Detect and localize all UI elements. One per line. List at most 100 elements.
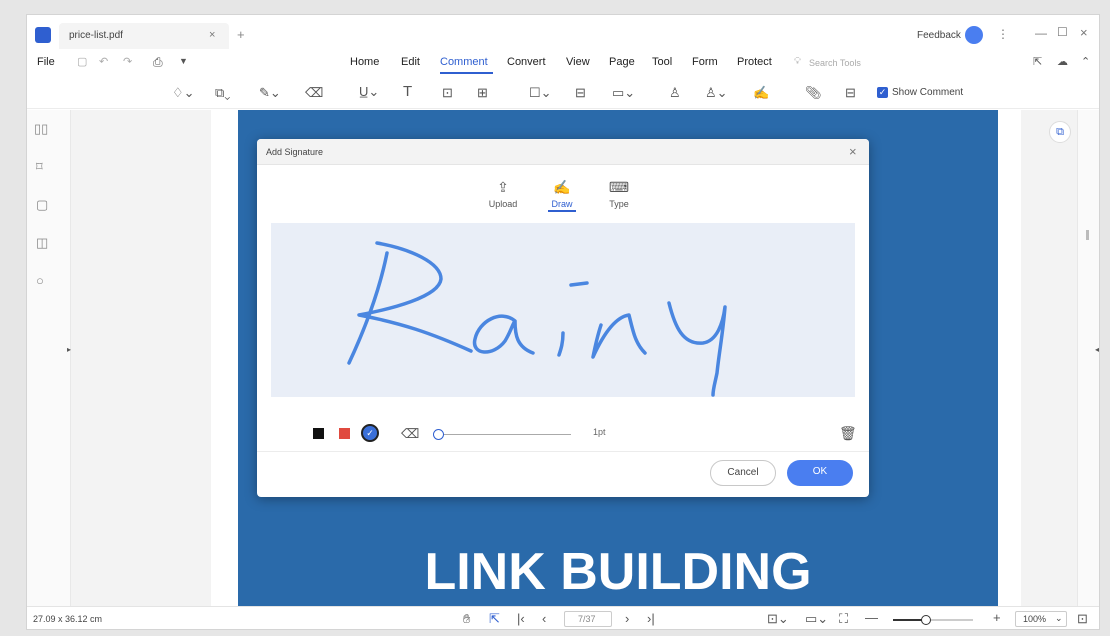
- previous-page-icon[interactable]: ‹: [542, 612, 546, 625]
- menu-file[interactable]: File: [37, 56, 55, 68]
- menu-comment[interactable]: Comment: [440, 56, 488, 68]
- zoom-value: 100%: [1023, 614, 1047, 624]
- zoom-out-icon[interactable]: —: [865, 611, 878, 624]
- undo-icon[interactable]: ↶: [99, 57, 108, 68]
- app-window: price-list.pdf × + Feedback ⋮ — ☐ × File…: [26, 14, 1100, 630]
- signature-icon[interactable]: ✍: [753, 86, 769, 99]
- color-blue-swatch-selected[interactable]: ✓: [361, 424, 379, 442]
- page-heading: LINK BUILDING: [424, 543, 812, 601]
- menu-edit[interactable]: Edit: [401, 56, 420, 68]
- user-avatar[interactable]: [965, 26, 983, 44]
- tab-draw-label: Draw: [551, 199, 573, 209]
- new-tab-icon[interactable]: +: [237, 27, 245, 42]
- next-page-icon[interactable]: ›: [625, 612, 629, 625]
- maximize-icon[interactable]: ☐: [1057, 25, 1068, 39]
- hand-tool-icon[interactable]: ✋︎: [463, 612, 470, 625]
- pencil-icon[interactable]: ✎⌄: [259, 86, 281, 99]
- comment-list-icon[interactable]: ⊟: [845, 86, 856, 99]
- more-options-icon[interactable]: ⋮: [997, 27, 1009, 41]
- zoom-select[interactable]: 100% ⌄: [1015, 611, 1067, 627]
- search-icon[interactable]: ○: [36, 274, 44, 287]
- cancel-button[interactable]: Cancel: [710, 460, 776, 486]
- close-window-icon[interactable]: ×: [1080, 25, 1088, 40]
- present-icon[interactable]: ▭⌄: [805, 612, 828, 625]
- show-comment-checkbox[interactable]: ✓: [877, 87, 888, 98]
- highlight-icon[interactable]: ♢⌄: [172, 86, 195, 99]
- expand-left-panel-icon[interactable]: ▸: [67, 346, 71, 354]
- tab-draw[interactable]: ✍ Draw: [542, 179, 582, 212]
- document-tab[interactable]: price-list.pdf ×: [59, 23, 229, 49]
- color-red-swatch[interactable]: [339, 428, 350, 439]
- cloud-icon[interactable]: ☁: [1057, 57, 1068, 68]
- active-menu-underline: [440, 72, 493, 74]
- dialog-divider: [257, 451, 869, 452]
- eraser-icon[interactable]: ⌫: [305, 86, 323, 99]
- redo-icon[interactable]: ↷: [123, 57, 132, 68]
- zoom-in-icon[interactable]: +: [993, 611, 1001, 624]
- menu-protect[interactable]: Protect: [737, 56, 772, 68]
- measure-icon[interactable]: ▭⌄: [612, 86, 635, 99]
- page-number-input[interactable]: 7/37: [564, 611, 612, 627]
- left-sidebar: ▯▯ ⌑ ▢ ◫ ○: [27, 110, 71, 606]
- close-tab-icon[interactable]: ×: [209, 29, 215, 41]
- show-comment-label: Show Comment: [892, 87, 964, 98]
- zoom-dropdown-icon: ⌄: [1055, 613, 1063, 623]
- document-tab-title: price-list.pdf: [69, 30, 123, 41]
- stroke-width-slider[interactable]: [433, 429, 571, 440]
- add-signature-dialog: Add Signature × ⇪ Upload ✍ Draw ⌨ Type ✓…: [257, 139, 869, 497]
- tab-type-label: Type: [609, 199, 629, 209]
- select-tool-icon[interactable]: ⇱: [489, 612, 500, 625]
- fullscreen-icon[interactable]: ⊡: [1077, 612, 1088, 625]
- stroke-width-label: 1pt: [593, 427, 606, 437]
- thumbnails-icon[interactable]: ▯▯: [34, 122, 48, 135]
- menu-convert[interactable]: Convert: [507, 56, 546, 68]
- menu-form[interactable]: Form: [692, 56, 718, 68]
- comments-panel-icon[interactable]: ▢: [36, 198, 48, 211]
- fit-page-icon[interactable]: ⛶: [839, 612, 848, 625]
- text-callout-icon[interactable]: ⊞: [477, 86, 488, 99]
- last-page-icon[interactable]: ›|: [647, 612, 655, 625]
- comment-assistant-icon[interactable]: ⧉: [1049, 121, 1071, 143]
- ok-button[interactable]: OK: [787, 460, 853, 486]
- trash-icon[interactable]: 🗑︎: [839, 426, 857, 440]
- color-black-swatch[interactable]: [313, 428, 324, 439]
- menu-view[interactable]: View: [566, 56, 590, 68]
- signature-draw-area[interactable]: [271, 223, 855, 397]
- dialog-close-icon[interactable]: ×: [849, 144, 857, 159]
- shape-icon[interactable]: ☐⌄: [529, 86, 552, 99]
- zoom-slider-thumb[interactable]: [921, 615, 931, 625]
- first-page-icon[interactable]: |‹: [517, 612, 525, 625]
- menu-page[interactable]: Page: [609, 56, 635, 68]
- save-icon[interactable]: ▢: [77, 57, 87, 68]
- tab-type[interactable]: ⌨ Type: [599, 179, 639, 209]
- expand-right-panel-icon[interactable]: ◂: [1095, 346, 1099, 354]
- attachments-panel-icon[interactable]: ◫: [36, 236, 48, 249]
- zoom-slider[interactable]: [893, 615, 973, 625]
- minimize-icon[interactable]: —: [1035, 26, 1047, 40]
- eraser-tool-icon[interactable]: ⌫: [401, 427, 419, 440]
- title-tab-bar: price-list.pdf × + Feedback ⋮ — ☐ ×: [27, 15, 1099, 53]
- bookmark-icon[interactable]: ⌑: [36, 160, 43, 173]
- area-highlight-icon[interactable]: ⧉⌄: [215, 86, 230, 99]
- text-icon[interactable]: T: [403, 84, 412, 99]
- page-dimensions: 27.09 x 36.12 cm: [33, 614, 103, 624]
- underline-icon[interactable]: U̲⌄: [359, 85, 379, 98]
- signature-stamp-icon[interactable]: ♙⌄: [705, 86, 728, 99]
- print-icon[interactable]: ⎙: [153, 56, 163, 68]
- feedback-link[interactable]: Feedback: [917, 30, 961, 41]
- tab-upload[interactable]: ⇪ Upload: [483, 179, 523, 209]
- collapse-ribbon-icon[interactable]: ⌃: [1081, 57, 1090, 68]
- text-box-icon[interactable]: ⊡: [442, 86, 453, 99]
- menu-tool[interactable]: Tool: [652, 56, 672, 68]
- attachment-icon[interactable]: 📎︎: [805, 86, 822, 99]
- note-icon[interactable]: ⊟: [575, 86, 586, 99]
- stamp-icon[interactable]: ♙: [669, 86, 681, 99]
- quick-access-dropdown-icon[interactable]: ▼: [179, 57, 188, 66]
- page-layout-icon[interactable]: ⊡⌄: [767, 612, 789, 625]
- share-icon[interactable]: ⇱: [1033, 57, 1042, 68]
- search-tools-input[interactable]: Search Tools: [809, 58, 861, 68]
- scrollbar-thumb[interactable]: [1086, 230, 1089, 240]
- dialog-title-bar: Add Signature ×: [257, 139, 869, 165]
- menu-home[interactable]: Home: [350, 56, 379, 68]
- stroke-width-slider-thumb[interactable]: [433, 429, 444, 440]
